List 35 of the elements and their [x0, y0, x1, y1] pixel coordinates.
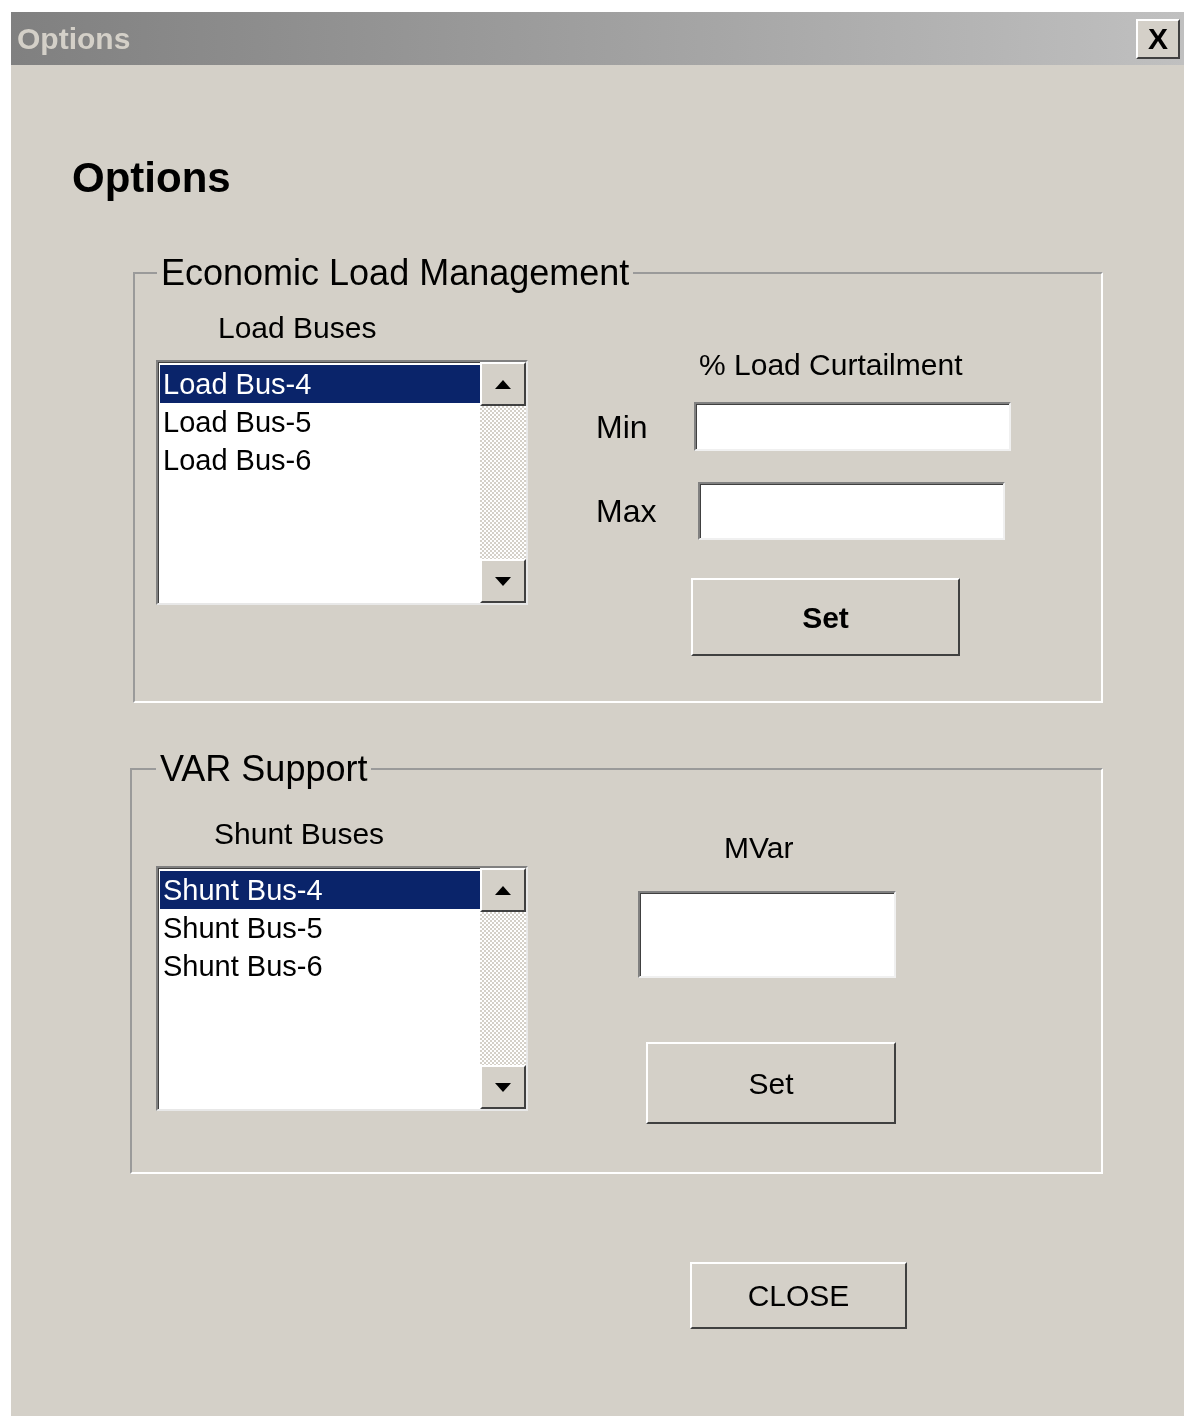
list-item[interactable]: Load Bus-4	[160, 365, 480, 403]
down-arrow-icon	[495, 576, 511, 586]
list-label: Load Buses	[218, 311, 378, 345]
field-label: Max	[596, 492, 658, 531]
list-item[interactable]: Load Bus-5	[160, 403, 480, 441]
field-label: Min	[596, 407, 649, 447]
up-arrow-icon	[495, 885, 511, 895]
window-close-button[interactable]: X	[1136, 18, 1180, 59]
set-button[interactable]: Set	[646, 1042, 896, 1124]
mvar-field[interactable]	[638, 891, 896, 978]
down-arrow-icon	[495, 1082, 511, 1092]
scroll-down-button[interactable]	[480, 1065, 526, 1109]
scroll-down-button[interactable]	[480, 559, 526, 603]
field-label: % Load Curtailment	[699, 348, 964, 382]
group-title: VAR Support	[159, 749, 369, 789]
list-item[interactable]: Shunt Bus-5	[160, 909, 480, 947]
close-dialog-button[interactable]: CLOSE	[690, 1262, 907, 1329]
heading: Options	[72, 153, 232, 203]
list-item[interactable]: Shunt Bus-6	[160, 947, 480, 985]
scroll-up-button[interactable]	[480, 362, 526, 406]
list-box[interactable]: Shunt Bus-4 Shunt Bus-5 Shunt Bus-6	[156, 866, 528, 1111]
list-label: Shunt Buses	[214, 817, 386, 851]
set-button[interactable]: Set	[691, 578, 960, 656]
window-title: Options	[17, 21, 131, 57]
min-field[interactable]	[694, 402, 1011, 451]
scrollbar[interactable]	[480, 868, 526, 1109]
list-item[interactable]: Shunt Bus-4	[160, 871, 480, 909]
scrollbar[interactable]	[480, 362, 526, 603]
max-field[interactable]	[698, 482, 1005, 540]
up-arrow-icon	[495, 379, 511, 389]
scroll-up-button[interactable]	[480, 868, 526, 912]
list-item[interactable]: Load Bus-6	[160, 441, 480, 479]
field-label: MVar	[724, 831, 795, 865]
group-title: Economic Load Management	[160, 253, 631, 293]
list-box[interactable]: Load Bus-4 Load Bus-5 Load Bus-6	[156, 360, 528, 605]
